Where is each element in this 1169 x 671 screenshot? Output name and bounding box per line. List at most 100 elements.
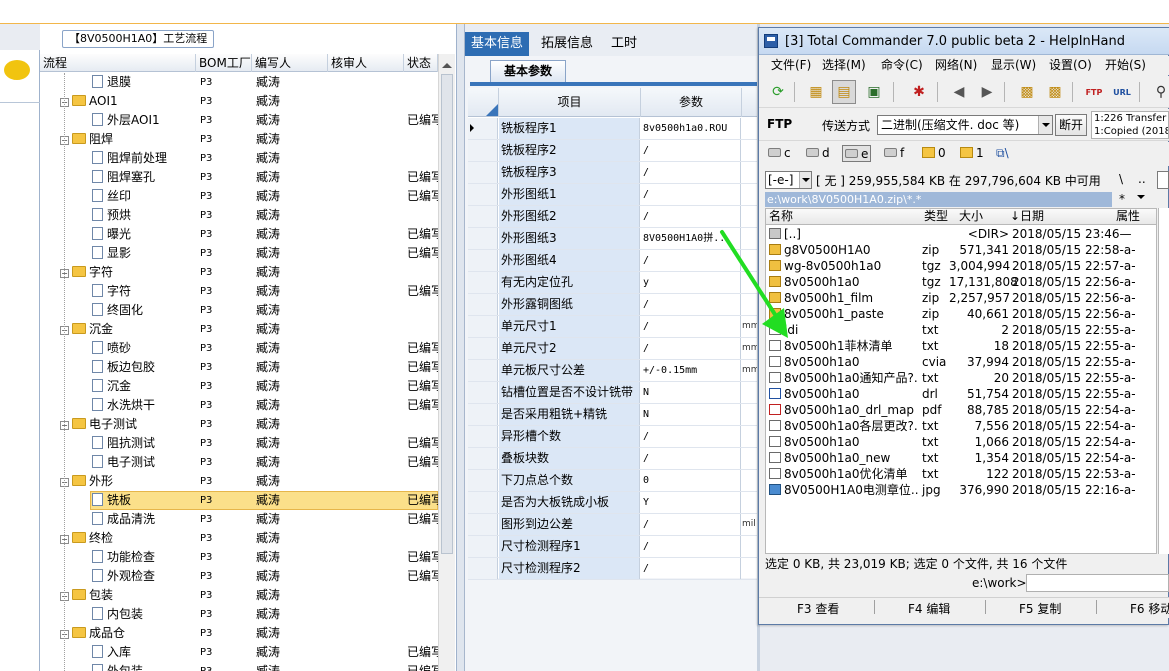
tree-node[interactable]: 退膜: [92, 73, 196, 92]
file-row[interactable]: g8V0500H1A0 zip 571,341 2018/05/15 22:58-a-: [766, 242, 1156, 258]
menu-show[interactable]: 显示(W): [991, 56, 1036, 75]
tree-step-row[interactable]: 阻抗测试 P3 臧涛 已编写: [40, 434, 438, 453]
param-value-cell[interactable]: /: [641, 448, 741, 469]
back-icon[interactable]: ◀: [947, 80, 971, 104]
param-row[interactable]: 单元板尺寸公差 +/-0.15mm mm: [468, 360, 757, 382]
tree-step-row[interactable]: 沉金 P3 臧涛 已编写: [40, 377, 438, 396]
right-drive-select[interactable]: [1157, 171, 1169, 189]
row-header[interactable]: [468, 558, 498, 579]
tc-window-title[interactable]: [3] Total Commander 7.0 public beta 2 - …: [759, 28, 1169, 55]
tree-node[interactable]: 外观检查: [92, 567, 196, 586]
row-header[interactable]: [468, 228, 498, 249]
chevron-down-icon[interactable]: [1038, 116, 1052, 134]
tree-node[interactable]: 曝光: [92, 225, 196, 244]
tree-node[interactable]: 预烘: [92, 206, 196, 225]
tree-node[interactable]: 内包装: [92, 605, 196, 624]
param-value-cell[interactable]: /: [641, 140, 741, 161]
tree-node[interactable]: 终固化: [92, 301, 196, 320]
row-header[interactable]: [468, 206, 498, 227]
scroll-up-arrow-icon[interactable]: [442, 58, 452, 68]
tree-step-row[interactable]: 外包装 P3 臧涛 已编写: [40, 662, 438, 671]
drive-1-button[interactable]: 1: [960, 145, 984, 162]
file-row[interactable]: 8v0500h1a0优化清单 txt 122 2018/05/15 22:53-a-: [766, 466, 1156, 482]
tree-step-row[interactable]: 喷砂 P3 臧涛 已编写: [40, 339, 438, 358]
tree-step-row[interactable]: 阻焊前处理 P3 臧涛: [40, 149, 438, 168]
tree-folder-row[interactable]: − 外形 P3 臧涛: [40, 472, 438, 491]
find-icon[interactable]: ⚲: [1149, 80, 1169, 104]
tree-folder-row[interactable]: − 字符 P3 臧涛: [40, 263, 438, 282]
f6-move-button[interactable]: F6 移动: [1130, 600, 1169, 617]
param-value-cell[interactable]: N: [641, 382, 741, 403]
tree-node[interactable]: − 外形: [60, 472, 196, 491]
column-header-date[interactable]: ↓日期: [1010, 209, 1044, 224]
column-header-item[interactable]: 项目: [499, 88, 641, 117]
menu-select[interactable]: 选择(M): [822, 56, 866, 75]
row-header[interactable]: [468, 470, 498, 491]
file-row[interactable]: 8v0500h1a0 cvia 37,994 2018/05/15 22:55-a-: [766, 354, 1156, 370]
tree-step-row[interactable]: 丝印 P3 臧涛 已编写: [40, 187, 438, 206]
tab-work-hours[interactable]: 工时: [605, 32, 643, 56]
f4-edit-button[interactable]: F4 编辑: [908, 600, 950, 617]
param-row[interactable]: 尺寸检测程序2/: [468, 558, 757, 580]
param-value-cell[interactable]: /: [641, 184, 741, 205]
param-value-cell[interactable]: +/-0.15mm: [641, 360, 741, 381]
f5-copy-button[interactable]: F5 复制: [1019, 600, 1061, 617]
row-header[interactable]: [468, 250, 498, 271]
param-value-cell[interactable]: 8v0500h1a0.ROU: [641, 118, 741, 139]
transfer-mode-select[interactable]: 二进制(压缩文件. doc 等): [877, 115, 1053, 135]
url-connect-icon[interactable]: URL: [1110, 80, 1134, 104]
tree-folder-row[interactable]: − 沉金 P3 臧涛: [40, 320, 438, 339]
tree-node[interactable]: 外层AOI1: [92, 111, 196, 130]
param-value-cell[interactable]: /: [641, 162, 741, 183]
tree-node[interactable]: − 终检: [60, 529, 196, 548]
tree-node[interactable]: 功能检查: [92, 548, 196, 567]
forward-icon[interactable]: ▶: [975, 80, 999, 104]
row-header[interactable]: [468, 140, 498, 161]
menu-file[interactable]: 文件(F): [771, 56, 811, 75]
hotlist-button[interactable]: *: [1119, 192, 1125, 206]
tree-node[interactable]: − 阻焊: [60, 130, 196, 149]
tree-folder-row[interactable]: − 阻焊 P3 臧涛: [40, 130, 438, 149]
file-row[interactable]: 8V0500H1A0电测章位.. jpg 376,990 2018/05/15 22:…: [766, 482, 1156, 498]
file-row[interactable]: 8v0500h1_film zip 2,257,957 2018/05/15 22:5…: [766, 290, 1156, 306]
menu-net[interactable]: 网络(N): [935, 56, 977, 75]
row-header[interactable]: [468, 316, 498, 337]
column-header-reviewer[interactable]: 核审人: [328, 54, 404, 72]
row-header[interactable]: [468, 162, 498, 183]
tree-step-row[interactable]: 成品清洗 P3 臧涛 已编写: [40, 510, 438, 529]
tree-step-row[interactable]: 功能检查 P3 臧涛 已编写: [40, 548, 438, 567]
panel-splitter[interactable]: [457, 24, 465, 671]
param-row[interactable]: 图形到边公差 / mil: [468, 514, 757, 536]
param-row[interactable]: 钻槽位置是否不设计铣带 N: [468, 382, 757, 404]
file-row[interactable]: 8v0500h1a0 drl 51,754 2018/05/15 22:55-a-: [766, 386, 1156, 402]
row-header[interactable]: [468, 492, 498, 513]
tree-step-row[interactable]: 入库 P3 臧涛 已编写: [40, 643, 438, 662]
chat-bubble-icon[interactable]: [4, 60, 30, 80]
param-value-cell[interactable]: /: [641, 426, 741, 447]
tree-step-row[interactable]: 显影 P3 臧涛 已编写: [40, 244, 438, 263]
parent-dir-button[interactable]: ..: [1138, 172, 1146, 186]
param-value-cell[interactable]: /: [641, 536, 741, 557]
tree-folder-row[interactable]: − 终检 P3 臧涛: [40, 529, 438, 548]
param-row[interactable]: 铣板程序1 8v0500h1a0.ROU: [468, 118, 757, 140]
row-header[interactable]: [468, 184, 498, 205]
param-row[interactable]: 尺寸检测程序1/: [468, 536, 757, 558]
command-line-input[interactable]: [1026, 574, 1169, 592]
invert-selection-icon[interactable]: ✱: [907, 80, 931, 104]
tree-step-row[interactable]: 水洗烘干 P3 臧涛 已编写: [40, 396, 438, 415]
tab-extended-info[interactable]: 拓展信息: [535, 32, 599, 56]
drive-f-button[interactable]: f: [884, 145, 904, 162]
tree-step-row[interactable]: 曝光 P3 臧涛 已编写: [40, 225, 438, 244]
tree-node[interactable]: 铣板: [92, 491, 196, 510]
tree-step-row[interactable]: 电子测试 P3 臧涛 已编写: [40, 453, 438, 472]
tree-step-row[interactable]: 字符 P3 臧涛 已编写: [40, 282, 438, 301]
tree-folder-row[interactable]: − 包装 P3 臧涛: [40, 586, 438, 605]
tree-node[interactable]: 电子测试: [92, 453, 196, 472]
param-value-cell[interactable]: /: [641, 558, 741, 579]
tree-scrollbar[interactable]: [438, 54, 455, 671]
file-row[interactable]: 8v0500h1菲林清单 txt 18 2018/05/15 22:55-a-: [766, 338, 1156, 354]
row-header[interactable]: [468, 338, 498, 359]
disconnect-button[interactable]: 断开: [1055, 114, 1087, 136]
tree-step-row[interactable]: 终固化 P3 臧涛: [40, 301, 438, 320]
tree-node[interactable]: − 字符: [60, 263, 196, 282]
